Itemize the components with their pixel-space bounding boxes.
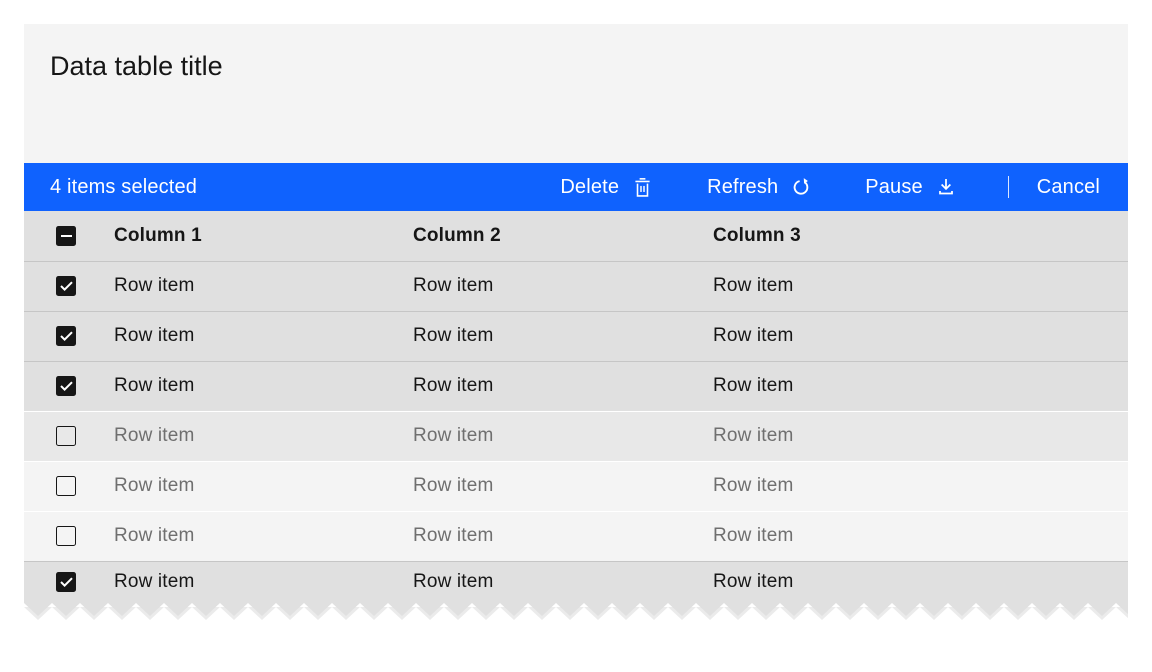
cell-text: Row item xyxy=(114,475,194,496)
cell-text: Row item xyxy=(114,571,194,592)
table-row: Row item Row item Row item xyxy=(24,261,1128,311)
cell-text: Row item xyxy=(413,525,493,546)
table-title: Data table title xyxy=(50,51,1102,82)
delete-button[interactable]: Delete xyxy=(533,163,680,211)
cell-text: Row item xyxy=(713,571,793,592)
row-checkbox[interactable] xyxy=(56,376,76,396)
table-body: Row item Row item Row item Row item Row … xyxy=(24,261,1128,603)
cell-text: Row item xyxy=(413,571,493,592)
selected-count-label: 4 items selected xyxy=(24,176,197,199)
row-checkbox[interactable] xyxy=(56,476,76,496)
divider xyxy=(1008,176,1009,198)
restart-icon xyxy=(791,177,811,197)
row-checkbox[interactable] xyxy=(56,326,76,346)
cell-text: Row item xyxy=(413,425,493,446)
cell-text: Row item xyxy=(713,475,793,496)
row-checkbox[interactable] xyxy=(56,276,76,296)
data-table: Column 1 Column 2 Column 3 Row item Row … xyxy=(24,211,1128,603)
row-checkbox[interactable] xyxy=(56,572,76,592)
refresh-button-label: Refresh xyxy=(707,176,778,199)
row-checkbox[interactable] xyxy=(56,526,76,546)
row-checkbox[interactable] xyxy=(56,426,76,446)
header-row: Column 1 Column 2 Column 3 xyxy=(24,211,1128,261)
checkmark-icon xyxy=(60,577,73,587)
cell-text: Row item xyxy=(713,325,793,346)
download-icon xyxy=(936,177,956,197)
table-row: Row item Row item Row item xyxy=(24,511,1128,561)
batch-actions-bar: 4 items selected Delete Refresh xyxy=(24,163,1128,211)
cell-text: Row item xyxy=(114,525,194,546)
refresh-button[interactable]: Refresh xyxy=(680,163,838,211)
indeterminate-checkbox-icon xyxy=(61,235,72,238)
torn-edge xyxy=(24,603,1128,621)
table-row: Row item Row item Row item xyxy=(24,311,1128,361)
table-row: Row item Row item Row item xyxy=(24,561,1128,603)
select-all-checkbox[interactable] xyxy=(56,226,76,246)
cancel-button[interactable]: Cancel xyxy=(1009,163,1128,211)
cancel-button-label: Cancel xyxy=(1037,176,1100,199)
delete-button-label: Delete xyxy=(560,176,619,199)
column-header: Column 1 xyxy=(90,211,389,261)
cell-text: Row item xyxy=(114,375,194,396)
table-header: Data table title xyxy=(24,24,1128,163)
pause-button-label: Pause xyxy=(865,176,923,199)
checkmark-icon xyxy=(60,281,73,291)
cell-text: Row item xyxy=(114,275,194,296)
column-header: Column 3 xyxy=(689,211,1128,261)
table-row: Row item Row item Row item xyxy=(24,361,1128,411)
cell-text: Row item xyxy=(713,525,793,546)
cell-text: Row item xyxy=(413,375,493,396)
column-header: Column 2 xyxy=(389,211,689,261)
cell-text: Row item xyxy=(713,275,793,296)
checkmark-icon xyxy=(60,331,73,341)
table-row: Row item Row item Row item xyxy=(24,411,1128,461)
cell-text: Row item xyxy=(413,325,493,346)
data-table-card: Data table title 4 items selected Delete xyxy=(24,24,1128,621)
cell-text: Row item xyxy=(114,425,194,446)
cell-text: Row item xyxy=(413,475,493,496)
trash-icon xyxy=(632,177,653,198)
cell-text: Row item xyxy=(713,425,793,446)
cell-text: Row item xyxy=(114,325,194,346)
checkmark-icon xyxy=(60,381,73,391)
cell-text: Row item xyxy=(413,275,493,296)
cell-text: Row item xyxy=(713,375,793,396)
table-row: Row item Row item Row item xyxy=(24,461,1128,511)
pause-button[interactable]: Pause xyxy=(838,163,983,211)
batch-actions-group: Delete Refresh xyxy=(533,163,1128,211)
